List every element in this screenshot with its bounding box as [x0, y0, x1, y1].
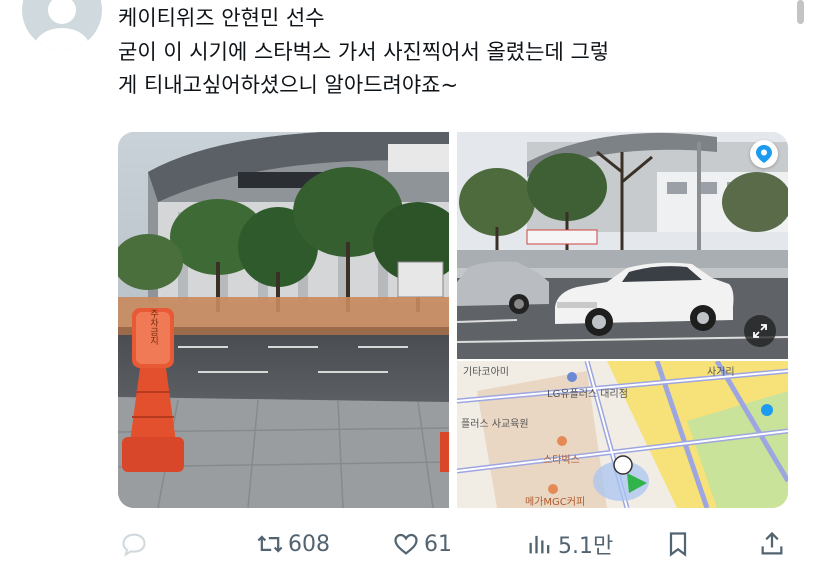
photo-white-car[interactable] — [457, 132, 788, 359]
bookmark-button[interactable] — [664, 526, 692, 562]
cone-sign-text: 주차금지 — [148, 309, 158, 346]
retweet-button[interactable]: 608 — [256, 526, 330, 562]
map-label: 스타벅스 — [543, 455, 580, 466]
map-label: 사거리 — [707, 367, 735, 378]
like-icon — [394, 533, 418, 555]
avatar[interactable] — [22, 0, 102, 50]
tweet-text: 굳이 이 시기에 스타벅스 가서 사진찍어서 올렸는데 그렇 게 티내고싶어하셨… — [118, 36, 790, 102]
views-button[interactable]: 5.1만 — [526, 526, 613, 562]
tweet-username[interactable]: 케이티위즈 안현민 선수 — [118, 4, 325, 32]
tweet-text-line: 굳이 이 시기에 스타벅스 가서 사진찍어서 올렸는데 그렇 — [118, 40, 610, 64]
photo-stadium-street[interactable]: 주차금지 — [118, 132, 449, 508]
media-grid: 주차금지 기타코아미 LG유플러스 대리점 플러스 사교육원 스타벅스 메가MG… — [118, 132, 788, 508]
map-label: LG유플러스 대리점 — [547, 389, 628, 400]
share-icon — [761, 531, 783, 555]
retweet-icon — [257, 535, 283, 553]
map-label: 플러스 사교육원 — [461, 419, 529, 430]
scrollbar[interactable] — [797, 0, 804, 24]
map-label: 메가MGC커피 — [525, 497, 586, 508]
views-icon — [529, 535, 550, 554]
avatar-head-shape — [48, 0, 76, 24]
views-count: 5.1만 — [558, 534, 614, 559]
tweet-action-bar: 608 61 5.1만 — [118, 526, 790, 562]
bookmark-icon — [669, 532, 687, 557]
reply-icon — [122, 533, 146, 557]
location-pin-icon — [756, 145, 772, 163]
share-button[interactable] — [758, 526, 786, 562]
expand-button[interactable] — [744, 315, 776, 347]
map-label: 기타코아미 — [463, 367, 509, 378]
location-badge[interactable] — [750, 140, 778, 168]
tweet-text-line: 게 티내고싶어하셨으니 알아드려야죠~ — [118, 73, 459, 97]
retweet-count: 608 — [288, 531, 330, 557]
expand-icon — [753, 324, 767, 338]
reply-button[interactable] — [120, 526, 152, 562]
like-count: 61 — [424, 531, 452, 557]
avatar-body-shape — [34, 28, 90, 50]
map-view[interactable]: 기타코아미 LG유플러스 대리점 플러스 사교육원 스타벅스 메가MGC커피 사… — [457, 361, 788, 508]
like-button[interactable]: 61 — [392, 526, 452, 562]
